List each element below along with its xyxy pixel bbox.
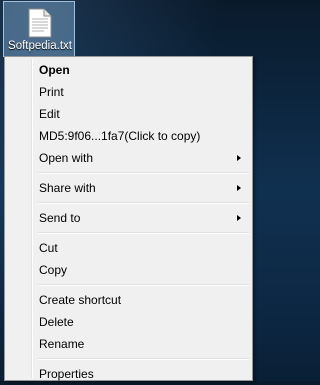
menu-item-md5-9f06-1fa7-click-to-copy[interactable]: MD5:9f06...1fa7(Click to copy) [8,125,249,147]
menu-item-open[interactable]: Open [8,59,249,81]
submenu-arrow-icon [237,215,241,221]
submenu-arrow-icon [237,185,241,191]
menu-item-edit[interactable]: Edit [8,103,249,125]
menu-item-label: Create shortcut [39,293,122,307]
menu-item-rename[interactable]: Rename [8,333,249,355]
desktop-file-icon[interactable]: Softpedia.txt [3,1,75,57]
menu-item-label: Open with [39,151,94,165]
menu-item-properties[interactable]: Properties [8,363,249,385]
menu-separator [38,358,249,360]
menu-item-copy[interactable]: Copy [8,259,249,281]
menu-item-share-with[interactable]: Share with [8,177,249,199]
menu-item-create-shortcut[interactable]: Create shortcut [8,289,249,311]
menu-item-delete[interactable]: Delete [8,311,249,333]
menu-item-label: Share with [39,181,96,195]
menu-item-label: Open [39,63,70,77]
menu-item-label: Edit [39,107,60,121]
submenu-arrow-icon [237,155,241,161]
menu-item-cut[interactable]: Cut [8,237,249,259]
menu-item-label: Copy [39,263,68,277]
file-name-label: Softpedia.txt [8,40,72,52]
menu-separator [38,202,249,204]
menu-item-label: MD5:9f06...1fa7(Click to copy) [39,129,201,143]
menu-item-send-to[interactable]: Send to [8,207,249,229]
menu-item-label: Print [39,85,64,99]
menu-separator [38,232,249,234]
menu-separator [38,172,249,174]
context-menu: Open Print Edit MD5:9f06...1fa7(Click to co… [4,56,253,381]
menu-item-label: Send to [39,211,81,225]
menu-item-label: Delete [39,315,74,329]
menu-item-label: Cut [39,241,58,255]
menu-item-open-with[interactable]: Open with [8,147,249,169]
menu-item-label: Rename [39,337,85,351]
menu-item-label: Properties [39,367,94,381]
menu-item-print[interactable]: Print [8,81,249,103]
text-file-icon [28,8,52,38]
menu-separator [38,284,249,286]
